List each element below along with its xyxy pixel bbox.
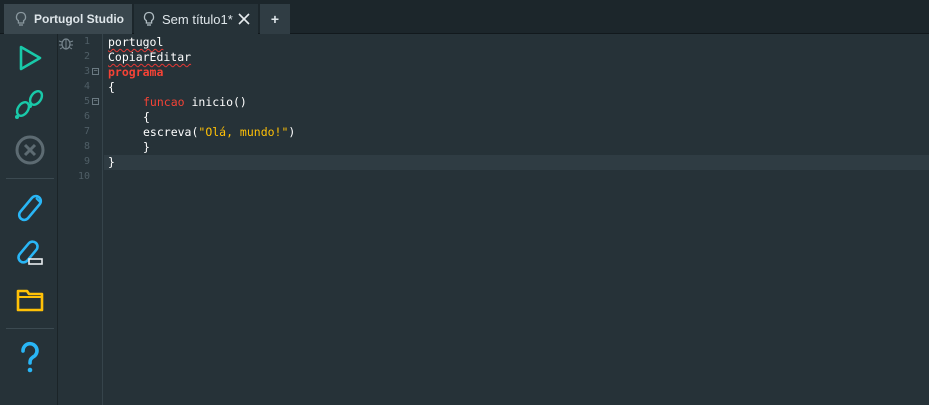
code-text: } (143, 140, 150, 154)
line-number: 3 (83, 66, 90, 77)
code-text: { (108, 80, 115, 94)
line-number-gutter: 1 2 3 − 4 5 − 6 7 8 9 10 (58, 34, 103, 405)
code-line-1: portugol (108, 35, 163, 50)
line-number: 6 (83, 111, 90, 122)
tab-file[interactable]: Sem título1* (134, 4, 258, 34)
fold-toggle[interactable]: − (92, 98, 99, 105)
sidebar-divider (6, 328, 54, 329)
step-icon (15, 90, 44, 119)
code-text: inicio() (184, 95, 247, 109)
code-line-9: } (108, 155, 115, 170)
line-number: 10 (77, 171, 90, 182)
step-button[interactable] (12, 86, 48, 122)
run-button[interactable] (12, 40, 48, 76)
code-text: ) (288, 125, 296, 139)
line-number: 7 (83, 126, 90, 137)
tab-home-label: Portugol Studio (34, 12, 124, 26)
line-number: 5 (83, 96, 90, 107)
tab-file-label: Sem título1* (162, 11, 233, 27)
open-button[interactable] (12, 282, 48, 318)
line-number: 8 (83, 141, 90, 152)
code-line-5: funcao inicio() (143, 95, 247, 110)
save-icon (17, 194, 43, 222)
string-literal: "Olá, mundo!" (198, 125, 289, 139)
code-text: portugol (108, 35, 164, 49)
code-line-4: { (108, 80, 115, 95)
code-line-2: CopiarEditar (108, 50, 191, 65)
line-number: 1 (83, 36, 90, 47)
keyword: funcao (143, 95, 185, 109)
save-as-button[interactable] (12, 236, 48, 272)
sidebar-divider (6, 178, 54, 179)
stop-icon (15, 135, 45, 165)
save-as-icon (17, 240, 43, 265)
code-line-6: { (143, 110, 150, 125)
line-number: 2 (83, 51, 90, 62)
run-icon (19, 45, 42, 71)
save-button[interactable] (12, 190, 48, 226)
open-folder-icon (16, 289, 44, 312)
help-icon (21, 341, 39, 373)
lightbulb-icon (15, 11, 27, 26)
tab-bar: Portugol Studio Sem título1* + (0, 0, 929, 34)
code-line-8: } (143, 140, 150, 155)
code-text: { (143, 110, 150, 124)
current-line-highlight (104, 155, 929, 170)
close-icon[interactable] (238, 13, 250, 25)
stop-button[interactable] (12, 132, 48, 168)
code-editor[interactable]: portugol CopiarEditar programa { funcao … (104, 34, 929, 405)
toolbar-sidebar (0, 34, 58, 405)
fold-toggle[interactable]: − (92, 68, 99, 75)
code-text: CopiarEditar (108, 50, 192, 64)
code-line-7: escreva("Olá, mundo!") (143, 125, 295, 140)
line-number: 4 (83, 81, 90, 92)
code-text: } (108, 155, 115, 169)
line-number: 9 (83, 156, 90, 167)
keyword: programa (108, 65, 164, 79)
code-text: escreva( (143, 125, 199, 139)
code-line-3: programa (108, 65, 163, 80)
help-button[interactable] (12, 340, 48, 376)
tab-home[interactable]: Portugol Studio (4, 4, 132, 34)
new-tab-button[interactable]: + (260, 4, 290, 34)
lightbulb-icon (143, 11, 155, 26)
